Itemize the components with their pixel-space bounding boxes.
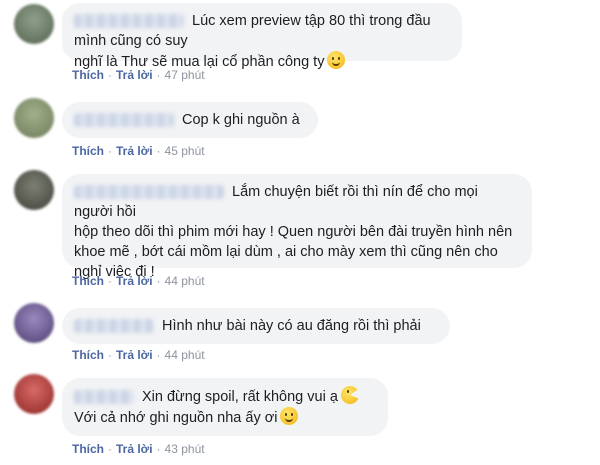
comment-text: Hình như bài này có au đăng rồi thì phải — [74, 316, 438, 336]
timestamp[interactable]: 44 phút — [165, 274, 205, 288]
comment-text: Lắm chuyện biết rồi thì nín để cho mọi n… — [74, 184, 513, 280]
avatar[interactable] — [14, 170, 54, 210]
author-name-blurred[interactable] — [74, 113, 174, 128]
author-name-blurred[interactable] — [74, 390, 134, 405]
comment-actions: Thích · Trả lời · 45 phút — [72, 144, 205, 158]
reply-button[interactable]: Trả lời — [116, 348, 153, 362]
author-name-blurred[interactable] — [74, 185, 224, 200]
comment-text: Xin đừng spoil, rất không vui ạ Với cả n… — [74, 386, 376, 428]
comment-actions: Thích · Trả lời · 47 phút — [72, 68, 205, 82]
smile-emoji-icon — [327, 51, 346, 69]
author-name-blurred[interactable] — [74, 319, 154, 334]
avatar[interactable] — [14, 303, 54, 343]
timestamp[interactable]: 45 phút — [165, 144, 205, 158]
comment-actions: Thích · Trả lời · 44 phút — [72, 274, 205, 288]
author-name-blurred[interactable] — [74, 14, 184, 29]
comment-bubble: Lúc xem preview tập 80 thì trong đầu mìn… — [62, 3, 462, 70]
like-button[interactable]: Thích — [72, 348, 104, 362]
avatar[interactable] — [14, 4, 54, 44]
comment-actions: Thích · Trả lời · 44 phút — [72, 348, 205, 362]
comment-bubble: Cop k ghi nguồn à — [62, 102, 318, 138]
reply-button[interactable]: Trả lời — [116, 68, 153, 82]
comment-bubble: Lắm chuyện biết rồi thì nín để cho mọi n… — [62, 174, 532, 280]
reply-button[interactable]: Trả lời — [116, 442, 153, 456]
comment-actions: Thích · Trả lời · 43 phút — [72, 442, 205, 456]
reply-button[interactable]: Trả lời — [116, 144, 153, 158]
comment-text: Lúc xem preview tập 80 thì trong đầu mìn… — [74, 13, 431, 70]
comment-bubble: Xin đừng spoil, rất không vui ạ Với cả n… — [62, 378, 388, 436]
timestamp[interactable]: 43 phút — [165, 442, 205, 456]
avatar[interactable] — [14, 374, 54, 414]
timestamp[interactable]: 44 phút — [165, 348, 205, 362]
pacman-emoji-icon — [340, 386, 359, 404]
like-button[interactable]: Thích — [72, 442, 104, 456]
smile-emoji-icon — [280, 407, 299, 425]
like-button[interactable]: Thích — [72, 68, 104, 82]
timestamp[interactable]: 47 phút — [165, 68, 205, 82]
like-button[interactable]: Thích — [72, 274, 104, 288]
avatar[interactable] — [14, 98, 54, 138]
reply-button[interactable]: Trả lời — [116, 274, 153, 288]
comment-bubble: Hình như bài này có au đăng rồi thì phải — [62, 308, 450, 344]
comment-text: Cop k ghi nguồn à — [74, 110, 306, 130]
like-button[interactable]: Thích — [72, 144, 104, 158]
